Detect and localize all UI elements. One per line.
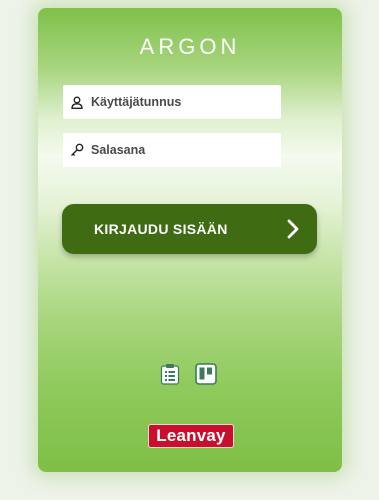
login-card: ARGON KIRJAUDU SISÄÄN: [38, 8, 342, 472]
clipboard-icon[interactable]: [160, 363, 180, 385]
brand-logo: Leanvay: [148, 424, 234, 448]
board-icon[interactable]: [195, 363, 217, 385]
login-button[interactable]: KIRJAUDU SISÄÄN: [62, 204, 317, 254]
user-icon: [70, 95, 84, 109]
app-title: ARGON: [139, 34, 241, 59]
chevron-right-icon: [285, 219, 301, 239]
password-field[interactable]: [63, 133, 281, 167]
password-input[interactable]: [91, 143, 281, 157]
username-input[interactable]: [91, 95, 281, 109]
username-field[interactable]: [63, 85, 281, 119]
login-button-label: KIRJAUDU SISÄÄN: [94, 221, 228, 237]
key-icon: [70, 143, 84, 157]
